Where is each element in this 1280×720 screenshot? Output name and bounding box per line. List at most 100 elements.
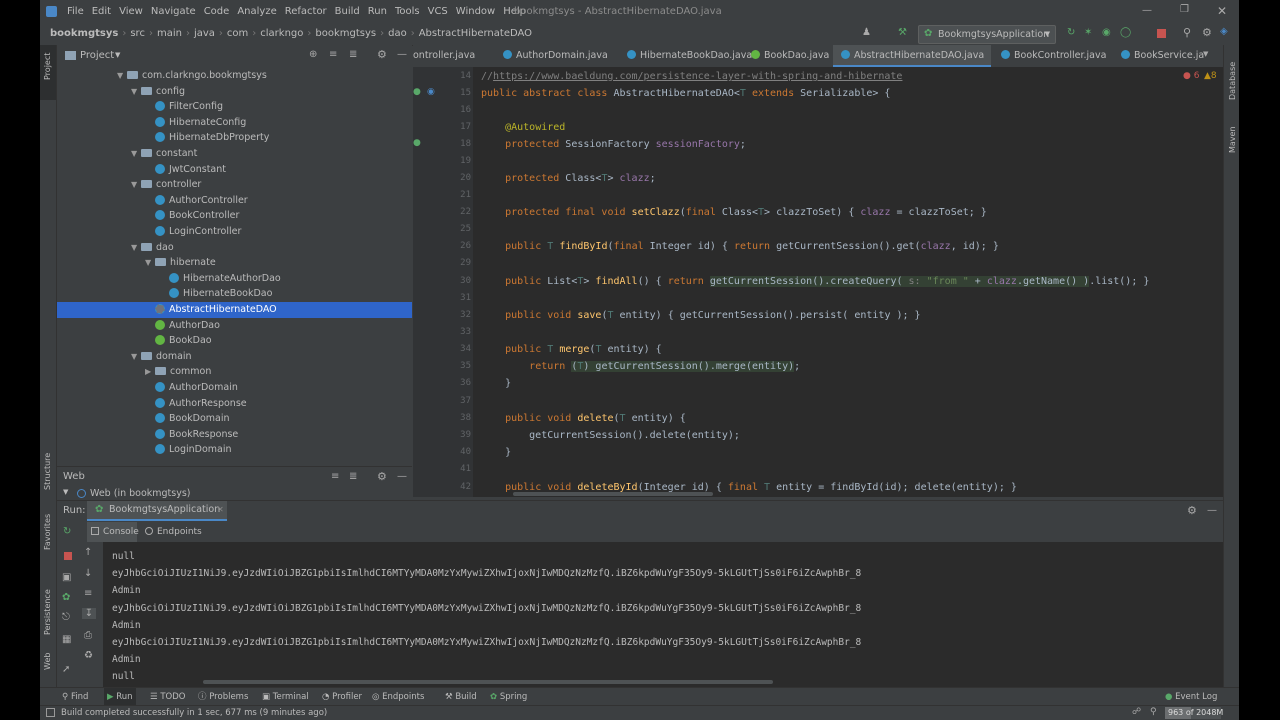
menu-item-file[interactable]: File [67, 0, 84, 23]
bean-icon[interactable]: ● [413, 138, 421, 148]
code-line[interactable]: public void save(T entity) { getCurrentS… [481, 310, 920, 321]
tree-item-domain[interactable]: ▼ domain [57, 349, 412, 365]
search-icon[interactable]: ⚲ [1183, 26, 1191, 39]
tree-item-authordao[interactable]: AuthorDao [57, 318, 412, 334]
code-line[interactable]: protected SessionFactory sessionFactory; [481, 139, 746, 150]
tree-item-dao[interactable]: ▼ dao [57, 240, 412, 256]
tab-abstracthibernatedao-java[interactable]: AbstractHibernateDAO.java [833, 45, 991, 67]
persistence-tool-label[interactable]: Persistence [43, 589, 52, 635]
menu-item-edit[interactable]: Edit [92, 0, 111, 23]
tree-item-authordomain[interactable]: AuthorDomain [57, 380, 412, 396]
breadcrumb-item[interactable]: main [157, 23, 182, 45]
locate-icon[interactable]: ⊕ [309, 49, 317, 60]
menu-item-navigate[interactable]: Navigate [151, 0, 196, 23]
code-line[interactable]: @Autowired [481, 122, 565, 133]
warning-count[interactable]: ▲8 [1204, 71, 1217, 81]
gear-icon[interactable]: ⚙ [1202, 26, 1212, 39]
tree-item-filterconfig[interactable]: FilterConfig [57, 99, 412, 115]
chevron-down-icon[interactable]: ▼ [131, 146, 141, 162]
tree-item-bookresponse[interactable]: BookResponse [57, 427, 412, 443]
menu-item-refactor[interactable]: Refactor [285, 0, 327, 23]
tree-item-hibernateauthordao[interactable]: HibernateAuthorDao [57, 271, 412, 287]
code-line[interactable]: public abstract class AbstractHibernateD… [481, 88, 890, 99]
code-line[interactable]: protected Class<T> clazz; [481, 173, 656, 184]
code-line[interactable]: public T merge(T entity) { [481, 344, 662, 355]
tree-item-bookcontroller[interactable]: BookController [57, 208, 412, 224]
code-line[interactable]: public List<T> findAll() { return getCur… [481, 276, 1149, 287]
tree-item-common[interactable]: ▶ common [57, 364, 412, 380]
tab-endpoints[interactable]: Endpoints [141, 522, 211, 542]
tree-item-hibernate[interactable]: ▼ hibernate [57, 255, 412, 271]
close-icon[interactable]: ✕ [217, 501, 224, 519]
tab-bookservice-ja[interactable]: BookService.ja [1113, 45, 1204, 67]
rerun-icon[interactable]: ↻ [63, 526, 71, 537]
tree-item-logindomain[interactable]: LoginDomain [57, 442, 412, 458]
memory-indicator[interactable]: 963 of 2048M [1165, 707, 1223, 719]
project-panel-title[interactable]: Project [80, 45, 114, 66]
expand-all-icon[interactable]: ≡ [331, 471, 339, 482]
menu-item-run[interactable]: Run [368, 0, 387, 23]
code-line[interactable]: public void deleteById(Integer id) { fin… [481, 482, 1017, 493]
run-config-tab[interactable]: ✿ BookmgtsysApplication ✕ [87, 501, 227, 521]
code-line[interactable]: public T findById(final Integer id) { re… [481, 241, 999, 252]
code-line[interactable]: public void delete(T entity) { [481, 413, 686, 424]
camera-icon[interactable]: ▣ [62, 572, 71, 583]
soft-wrap-icon[interactable]: ≡ [84, 588, 92, 599]
tool-run[interactable]: ▶ Run [104, 688, 136, 706]
close-window-button[interactable]: ✕ [1217, 4, 1227, 18]
tab-authordomain-java[interactable]: AuthorDomain.java [495, 45, 617, 67]
chevron-down-icon[interactable]: ▼ [131, 240, 141, 256]
tab-hibernatebookdao-java[interactable]: HibernateBookDao.java [619, 45, 752, 67]
rerun-icon[interactable]: ↻ [1067, 27, 1075, 38]
breadcrumb-item[interactable]: bookmgtsys [50, 23, 118, 45]
tree-item-hibernatebookdao[interactable]: HibernateBookDao [57, 286, 412, 302]
print-icon[interactable]: ⎙ [84, 630, 92, 641]
web-tool-label[interactable]: Web [43, 653, 52, 670]
tool-todo[interactable]: ☰ TODO [150, 688, 185, 706]
breadcrumb-item[interactable]: src [130, 23, 145, 45]
run-config-select[interactable]: ✿ BookmgtsysApplication ▼ [918, 25, 1056, 44]
tool-spring[interactable]: ✿ Spring [490, 688, 527, 706]
tool-windows-toggle-icon[interactable] [46, 708, 55, 717]
breadcrumb-item[interactable]: dao [388, 23, 407, 45]
stop-icon[interactable] [1157, 29, 1166, 38]
gear-icon[interactable]: ⚙ [1187, 504, 1197, 517]
scroll-up-icon[interactable]: ↑ [84, 547, 92, 558]
scroll-to-end-icon[interactable]: ↧ [82, 608, 96, 619]
maximize-button[interactable]: ❐ [1180, 4, 1189, 15]
scroll-down-icon[interactable]: ↓ [84, 568, 92, 579]
pin-icon[interactable]: ➚ [62, 664, 70, 675]
chevron-down-icon[interactable]: ▼ [131, 177, 141, 193]
tool-endpoints[interactable]: ◎ Endpoints [372, 688, 424, 706]
maven-tool-label[interactable]: Maven [1228, 126, 1237, 153]
tree-item-authorresponse[interactable]: AuthorResponse [57, 396, 412, 412]
event-log-button[interactable]: ● Event Log [1165, 688, 1217, 706]
debug-icon[interactable]: ✶ [1084, 27, 1092, 38]
plugin-icon[interactable]: ◈ [1220, 26, 1228, 37]
hide-panel-icon[interactable]: — [397, 49, 407, 60]
coverage-icon[interactable]: ◉ [1102, 27, 1111, 38]
gear-icon[interactable]: ⚙ [377, 470, 387, 483]
structure-tool-label[interactable]: Structure [43, 453, 52, 490]
tree-item-constant[interactable]: ▼ constant [57, 146, 412, 162]
error-count[interactable]: ● 6 [1183, 71, 1199, 81]
minimize-button[interactable]: — [1142, 5, 1152, 16]
expand-all-icon[interactable]: ≡ [329, 49, 337, 60]
tree-item-controller[interactable]: ▼ controller [57, 177, 412, 193]
code-line[interactable]: return (T) getCurrentSession().merge(ent… [481, 361, 800, 372]
tab-ontroller-java[interactable]: ontroller.java [413, 45, 493, 67]
chevron-down-icon[interactable]: ▼ [117, 68, 127, 84]
tree-item-com-clarkngo-bookmgtsys[interactable]: ▼ com.clarkngo.bookmgtsys [57, 68, 412, 84]
code-line[interactable]: protected final void setClazz(final Clas… [481, 207, 987, 218]
tree-item-config[interactable]: ▼ config [57, 84, 412, 100]
chevron-down-icon[interactable]: ▼ [131, 84, 141, 100]
user-icon[interactable]: ♟ [862, 27, 871, 38]
menu-item-build[interactable]: Build [335, 0, 360, 23]
chevron-down-icon[interactable]: ▼ [131, 349, 141, 365]
menu-item-code[interactable]: Code [204, 0, 230, 23]
tree-item-bookdomain[interactable]: BookDomain [57, 411, 412, 427]
project-tool-label[interactable]: Project [43, 53, 52, 80]
collapse-all-icon[interactable]: ≣ [349, 49, 357, 60]
tree-item-jwtconstant[interactable]: JwtConstant [57, 162, 412, 178]
breadcrumb-item[interactable]: java [194, 23, 215, 45]
